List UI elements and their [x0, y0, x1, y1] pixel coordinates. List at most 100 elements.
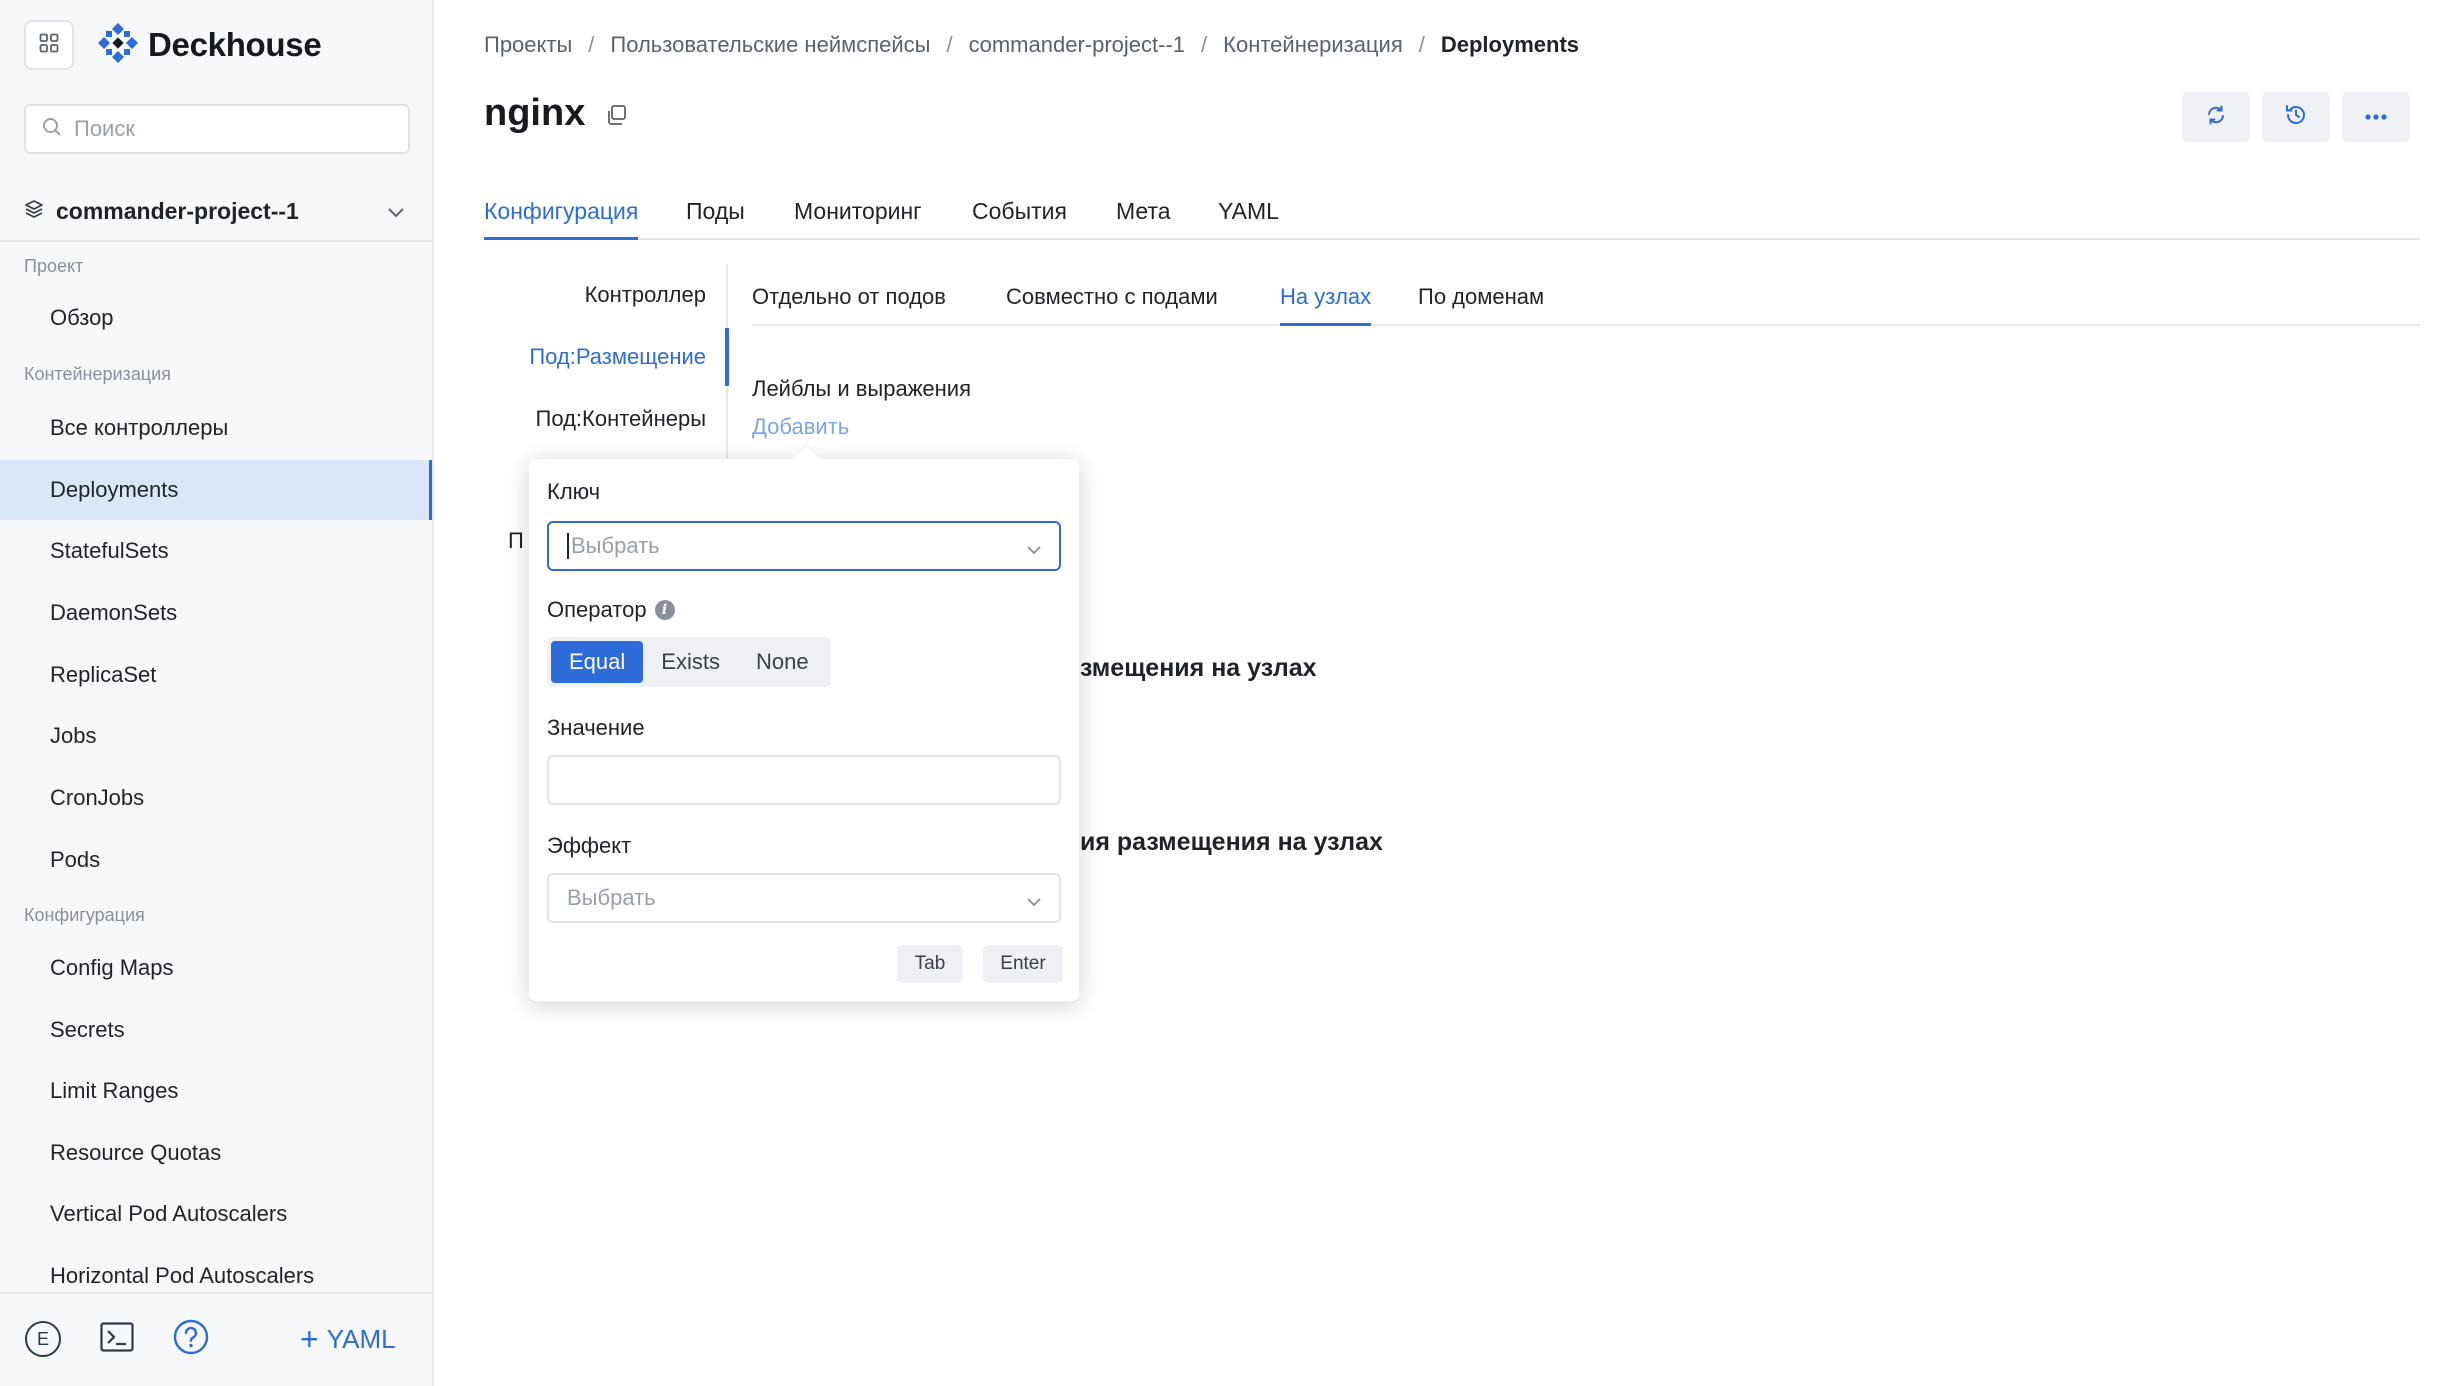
add-yaml-button[interactable]: + YAML [300, 1320, 396, 1358]
info-icon[interactable]: i [654, 600, 675, 620]
value-label: Значение [547, 715, 645, 740]
deckhouse-logo-icon [98, 22, 138, 68]
operator-none[interactable]: None [738, 641, 827, 683]
layers-icon [24, 199, 44, 224]
subtab-on-nodes[interactable]: На узлах [1280, 284, 1372, 326]
subtab-together-with-pods[interactable]: Совместно с подами [1006, 284, 1218, 326]
side-tab-pod-placement[interactable]: Под:Размещение [529, 344, 706, 370]
search-icon [42, 117, 62, 142]
copy-icon[interactable] [606, 104, 628, 131]
main-tabs: Конфигурация Поды Мониторинг События Мет… [484, 190, 2420, 240]
operator-label-text: Оператор [547, 597, 647, 622]
more-horizontal-icon [2364, 108, 2388, 126]
chevron-down-icon [1025, 891, 1043, 917]
terminal-button[interactable] [98, 1320, 136, 1358]
breadcrumb-current: Deployments [1440, 32, 1580, 57]
sidebar-item-cronjobs[interactable]: CronJobs [0, 768, 432, 828]
key-select[interactable]: Выбрать [547, 521, 1061, 571]
sidebar-item-resource-quotas[interactable]: Resource Quotas [0, 1123, 432, 1183]
grid-icon [39, 33, 59, 58]
terminal-icon [100, 1321, 134, 1357]
sidebar-item-replicaset[interactable]: ReplicaSet [0, 645, 432, 705]
history-button[interactable] [2262, 92, 2330, 142]
breadcrumb-item[interactable]: Контейнеризация [1223, 32, 1403, 58]
side-tab-pod-containers[interactable]: Под:Контейнеры [536, 406, 707, 432]
subtab-by-domains[interactable]: По доменам [1418, 284, 1544, 326]
history-icon [2284, 103, 2308, 132]
section-label-containerization: Контейнеризация [24, 364, 171, 384]
sidebar-item-vpa[interactable]: Vertical Pod Autoscalers [0, 1184, 432, 1244]
labels-expressions-heading: Лейблы и выражения [752, 376, 972, 401]
sidebar-search[interactable] [24, 104, 410, 154]
sidebar-item-pods[interactable]: Pods [0, 830, 432, 890]
side-tab-partial[interactable]: П [508, 528, 524, 554]
help-button[interactable] [172, 1319, 210, 1360]
sidebar-item-statefulsets[interactable]: StatefulSets [0, 521, 432, 581]
operator-equal[interactable]: Equal [551, 641, 644, 683]
refresh-button[interactable] [2182, 92, 2250, 142]
add-yaml-label: YAML [326, 1323, 396, 1354]
key-label: Ключ [547, 479, 601, 504]
enter-key-hint[interactable]: Enter [983, 945, 1063, 983]
sidebar-item-daemonsets[interactable]: DaemonSets [0, 583, 432, 643]
operator-segmented-control: Equal Exists None [547, 637, 831, 687]
sidebar-item-secrets[interactable]: Secrets [0, 1000, 432, 1060]
breadcrumb-separator: / [1418, 32, 1425, 57]
effect-select[interactable]: Выбрать [547, 873, 1061, 923]
sidebar-footer: E + YAML [0, 1292, 432, 1386]
section-label-project: Проект [24, 256, 84, 276]
sidebar-item-all-controllers[interactable]: Все контроллеры [0, 398, 432, 458]
breadcrumb-item[interactable]: commander-project--1 [969, 32, 1185, 58]
refresh-icon [2205, 104, 2227, 131]
operator-exists[interactable]: Exists [643, 641, 738, 683]
apps-button[interactable] [24, 20, 74, 70]
help-circle-icon [173, 1319, 209, 1360]
plus-icon: + [300, 1321, 319, 1357]
section-heading-fragment: змещения на узлах [1080, 654, 1317, 682]
tab-yaml[interactable]: YAML [1218, 198, 1279, 240]
tab-pods[interactable]: Поды [686, 198, 745, 240]
tab-monitoring[interactable]: Мониторинг [794, 198, 922, 240]
search-input[interactable] [74, 116, 394, 142]
user-avatar-button[interactable]: E [24, 1320, 62, 1358]
breadcrumb-item[interactable]: Проекты [484, 32, 572, 58]
side-tab-controller[interactable]: Контроллер [585, 282, 706, 308]
sidebar-item-limit-ranges[interactable]: Limit Ranges [0, 1061, 432, 1121]
sidebar: Deckhouse commander-project--1 Проект Об… [0, 0, 434, 1386]
section-label-configuration: Конфигурация [24, 905, 145, 925]
side-tab-active-indicator [725, 328, 729, 386]
text-caret [567, 533, 569, 559]
tab-key-hint[interactable]: Tab [897, 945, 963, 983]
page-title: nginx [484, 92, 586, 134]
add-label-popover: Ключ Выбрать Оператор i Equal Exists Non… [528, 458, 1080, 1002]
value-input[interactable] [547, 755, 1061, 805]
placement-subtabs: Отдельно от подов Совместно с подами На … [752, 272, 2420, 326]
sidebar-item-deployments[interactable]: Deployments [0, 460, 432, 520]
key-select-placeholder: Выбрать [571, 533, 660, 558]
chevron-down-icon [1025, 539, 1043, 565]
effect-label: Эффект [547, 833, 632, 858]
breadcrumb-separator: / [588, 32, 595, 57]
breadcrumb: Проекты / Пользовательские неймспейсы / … [484, 32, 1579, 58]
tab-configuration[interactable]: Конфигурация [484, 198, 639, 240]
more-actions-button[interactable] [2342, 92, 2410, 142]
project-name: commander-project--1 [56, 197, 299, 224]
operator-label: Оператор i [547, 597, 675, 623]
sidebar-item-overview[interactable]: Обзор [0, 288, 432, 348]
breadcrumb-item[interactable]: Пользовательские неймспейсы [610, 32, 930, 58]
project-selector[interactable]: commander-project--1 [0, 182, 432, 242]
sidebar-item-config-maps[interactable]: Config Maps [0, 938, 432, 998]
tab-events[interactable]: События [972, 198, 1067, 240]
effect-select-placeholder: Выбрать [567, 885, 656, 910]
chevron-down-icon [386, 202, 406, 227]
subtab-separate-from-pods[interactable]: Отдельно от подов [752, 284, 946, 326]
sidebar-item-jobs[interactable]: Jobs [0, 706, 432, 766]
brand-name: Deckhouse [148, 26, 322, 63]
breadcrumb-separator: / [1201, 32, 1208, 57]
avatar: E [25, 1321, 61, 1357]
brand-logo[interactable]: Deckhouse [98, 22, 322, 68]
logo-row: Deckhouse [24, 20, 322, 70]
breadcrumb-separator: / [946, 32, 953, 57]
add-link[interactable]: Добавить [752, 414, 849, 440]
tab-meta[interactable]: Мета [1116, 198, 1171, 240]
